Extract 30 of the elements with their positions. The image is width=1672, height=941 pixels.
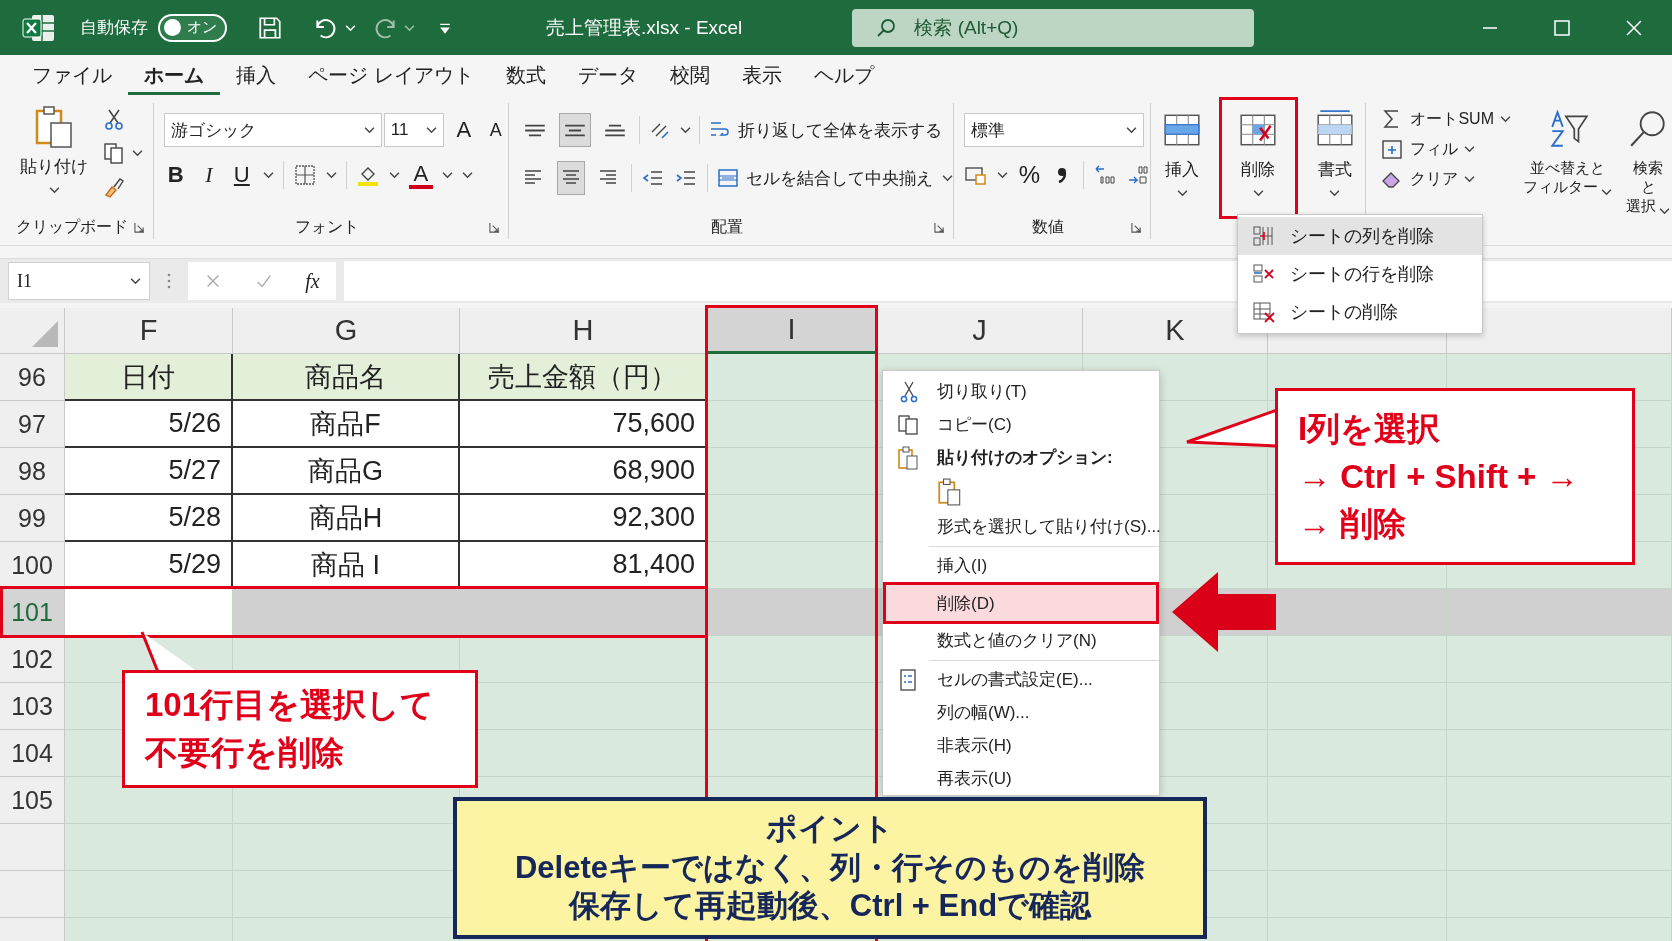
table-cell: 68,900 xyxy=(460,448,707,495)
table-header-cell: 日付 xyxy=(65,354,233,401)
table-header-cell: 売上金額（円） xyxy=(460,354,707,401)
table-cell: 92,300 xyxy=(460,495,707,542)
table-cell: 商品H xyxy=(233,495,460,542)
callout-text: → Ctrl + Shift + → xyxy=(1298,456,1579,497)
group-label: クリップボード xyxy=(16,216,129,237)
table-cell: 商品F xyxy=(233,401,460,448)
tip-title: ポイント xyxy=(766,809,894,848)
table-cell: 商品G xyxy=(233,448,460,495)
group-label: 配置 xyxy=(711,216,744,237)
table-cell: 5/26 xyxy=(65,401,233,448)
callout-text: I列を選択 xyxy=(1298,409,1441,449)
table-cell: 5/29 xyxy=(65,542,233,589)
autosave-label: 自動保存 xyxy=(80,17,148,39)
group-label: 数値 xyxy=(1032,216,1065,237)
group-label: フォント xyxy=(295,216,360,237)
callout-text: 101行目を選択して xyxy=(145,685,435,725)
menu-section-label: 貼り付けのオプション: xyxy=(883,441,1159,474)
callout-text: 不要行を削除 xyxy=(145,733,344,773)
tip-text: Deleteキーではなく、列・行そのものを削除 xyxy=(514,848,1145,887)
table-header-cell: 商品名 xyxy=(233,354,460,401)
table-cell: 5/27 xyxy=(65,448,233,495)
window-title: 売上管理表.xlsx - Excel xyxy=(546,15,743,40)
table-cell: 75,600 xyxy=(460,401,707,448)
table-cell: 5/28 xyxy=(65,495,233,542)
tip-text: 保存して再起動後、Ctrl + Endで確認 xyxy=(568,887,1092,926)
callout-text: → 削除 xyxy=(1298,504,1407,544)
table-cell: 商品 I xyxy=(233,542,460,589)
table-cell: 81,400 xyxy=(460,542,707,589)
